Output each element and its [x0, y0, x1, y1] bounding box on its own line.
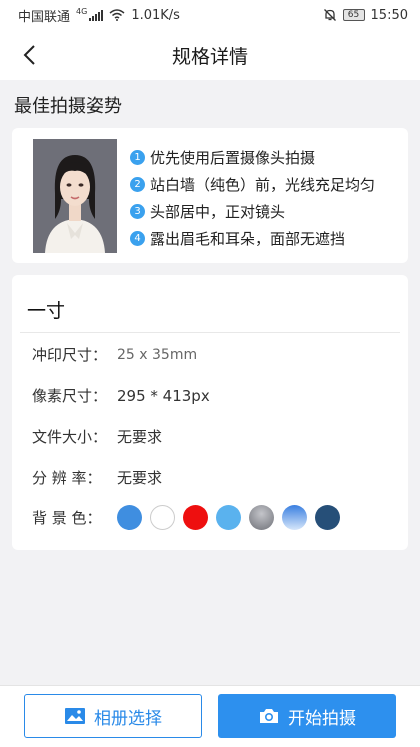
spec-label: 分 辨 率： — [32, 469, 102, 487]
signal-icon — [89, 9, 104, 21]
color-swatches — [117, 505, 340, 530]
tip-item: 4 露出眉毛和耳朵，面部无遮挡 — [130, 225, 375, 252]
nav-bar: 规格详情 — [0, 30, 420, 80]
start-shooting-button[interactable]: 开始拍摄 — [218, 694, 396, 738]
sample-portrait-photo — [33, 139, 117, 253]
tip-number-badge: 4 — [130, 231, 145, 246]
pixel-size-row: 像素尺寸： 295 * 413px — [32, 385, 210, 406]
network-type: 4G — [76, 6, 88, 16]
tip-text: 优先使用后置摄像头拍摄 — [150, 149, 316, 167]
spec-card: 一寸 冲印尺寸： 25 x 35mm 像素尺寸： 295 * 413px 文件大… — [12, 275, 408, 550]
wifi-icon — [109, 9, 125, 21]
album-select-label: 相册选择 — [94, 708, 162, 729]
tip-text: 站白墙（纯色）前，光线充足均匀 — [150, 176, 376, 194]
tip-item: 1 优先使用后置摄像头拍摄 — [130, 144, 375, 171]
spec-label: 文件大小： — [32, 428, 108, 446]
divider — [20, 332, 400, 333]
bottom-action-bar: 相册选择 开始拍摄 — [0, 685, 420, 747]
tips-section-title: 最佳拍摄姿势 — [14, 96, 122, 117]
background-color-row: 背 景 色： — [32, 505, 340, 530]
tip-item: 2 站白墙（纯色）前，光线充足均匀 — [130, 171, 375, 198]
mute-bell-icon — [323, 9, 336, 21]
spec-value: 无要求 — [117, 469, 163, 487]
image-icon — [65, 708, 85, 724]
back-button[interactable] — [12, 38, 46, 72]
carrier-text: 中国联通 — [18, 9, 71, 25]
swatch-white[interactable] — [150, 505, 175, 530]
clock-time: 15:50 — [370, 7, 408, 23]
spec-label: 像素尺寸： — [32, 387, 108, 405]
network-speed: 1.01K/s — [131, 7, 180, 23]
tip-number-badge: 1 — [130, 150, 145, 165]
tip-item: 3 头部居中，正对镜头 — [130, 198, 375, 225]
status-right: 65 15:50 — [323, 8, 408, 23]
tip-text: 露出眉毛和耳朵，面部无遮挡 — [150, 230, 346, 248]
spec-value: 295 * 413px — [117, 386, 210, 405]
camera-icon — [260, 709, 278, 723]
tip-text: 头部居中，正对镜头 — [150, 203, 286, 221]
resolution-row: 分 辨 率： 无要求 — [32, 467, 162, 488]
pose-tips-card: 1 优先使用后置摄像头拍摄 2 站白墙（纯色）前，光线充足均匀 3 头部居中，正… — [12, 128, 408, 263]
swatch-blue-gradient[interactable] — [282, 505, 307, 530]
spec-title: 一寸 — [27, 300, 66, 322]
tip-list: 1 优先使用后置摄像头拍摄 2 站白墙（纯色）前，光线充足均匀 3 头部居中，正… — [130, 144, 375, 252]
chevron-left-icon — [23, 45, 35, 65]
status-bar: 中国联通 4G 1.01K/s 65 15:50 — [0, 0, 420, 30]
page-title: 规格详情 — [171, 45, 248, 68]
swatch-gray-gradient[interactable] — [249, 505, 274, 530]
print-size-row: 冲印尺寸： 25 x 35mm — [32, 344, 197, 365]
swatch-dark-blue[interactable] — [315, 505, 340, 530]
file-size-row: 文件大小： 无要求 — [32, 426, 162, 447]
swatch-blue[interactable] — [117, 505, 142, 530]
spec-label: 背 景 色： — [32, 509, 102, 527]
spec-label: 冲印尺寸： — [32, 346, 108, 364]
battery-icon: 65 — [342, 9, 365, 21]
swatch-light-blue[interactable] — [216, 505, 241, 530]
tip-number-badge: 2 — [130, 177, 145, 192]
swatch-red[interactable] — [183, 505, 208, 530]
tip-number-badge: 3 — [130, 204, 145, 219]
status-left: 中国联通 4G 1.01K/s — [18, 6, 180, 25]
album-select-button[interactable]: 相册选择 — [24, 694, 202, 738]
spec-value: 25 x 35mm — [117, 346, 198, 363]
spec-value: 无要求 — [117, 428, 163, 446]
start-shooting-label: 开始拍摄 — [288, 708, 356, 729]
